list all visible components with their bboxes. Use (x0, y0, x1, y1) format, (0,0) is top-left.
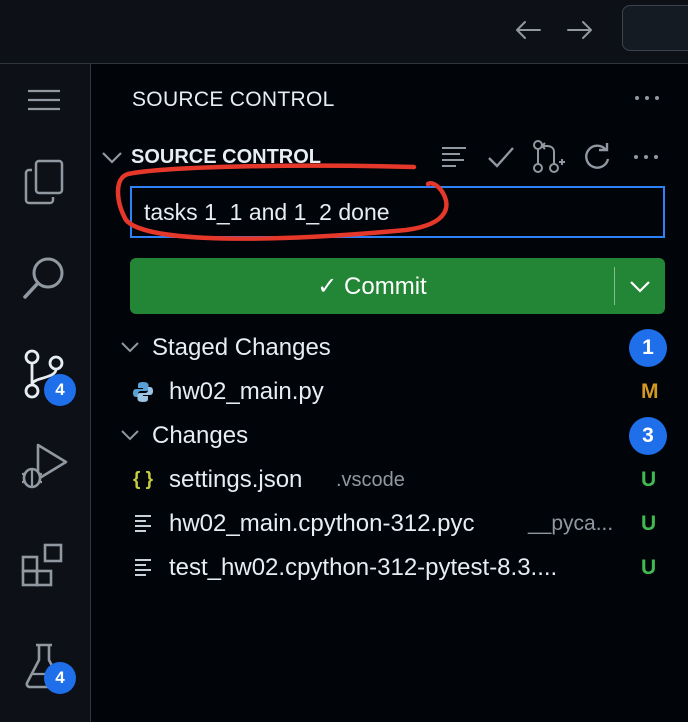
file-directory: .vscode (336, 468, 405, 491)
source-control-sidebar: SOURCE CONTROL SOURCE CONTROL ✓ Commit S… (91, 64, 688, 722)
file-lines-icon (131, 512, 155, 536)
chevron-down-icon (121, 342, 139, 353)
file-item[interactable]: hw02_main.cpython-312.pyc __pyca... U (91, 504, 688, 544)
git-status-untracked: U (641, 512, 657, 535)
commit-message-input[interactable] (130, 186, 665, 238)
group-label: Staged Changes (152, 334, 331, 361)
staged-changes-group[interactable]: Staged Changes 1 (91, 328, 688, 368)
hamburger-icon[interactable] (14, 70, 74, 130)
python-icon (131, 380, 155, 404)
commit-label[interactable]: ✓ Commit (130, 258, 614, 314)
file-name: hw02_main.py (169, 378, 324, 405)
title-bar (0, 0, 688, 64)
file-name: hw02_main.cpython-312.pyc (169, 510, 475, 537)
files-icon[interactable] (14, 152, 74, 212)
file-name: settings.json (169, 466, 303, 493)
refresh-icon[interactable] (580, 140, 614, 174)
chevron-down-icon (102, 152, 122, 164)
group-count-badge: 1 (629, 329, 667, 367)
view-title: SOURCE CONTROL (132, 88, 335, 111)
git-status-modified: M (641, 380, 659, 403)
section-title: SOURCE CONTROL (131, 145, 321, 168)
commit-button[interactable]: ✓ Commit (130, 258, 665, 314)
json-icon: { } (132, 469, 154, 490)
source-control-badge: 4 (44, 374, 76, 406)
file-item[interactable]: hw02_main.py M (91, 372, 688, 412)
pull-request-icon[interactable] (531, 140, 565, 174)
file-name: test_hw02.cpython-312-pytest-8.3.... (169, 554, 558, 581)
arrow-right-icon[interactable] (564, 14, 596, 46)
file-lines-icon (131, 556, 155, 580)
activity-bar: 4 4 (0, 64, 91, 722)
testing-badge: 4 (44, 662, 76, 694)
extensions-icon[interactable] (14, 536, 74, 596)
git-status-untracked: U (641, 556, 657, 579)
file-directory: __pyca... (528, 512, 614, 535)
more-actions-icon[interactable] (629, 140, 663, 174)
group-label: Changes (152, 422, 249, 449)
check-icon[interactable] (484, 140, 518, 174)
chevron-down-icon (121, 430, 139, 441)
chevron-down-icon (630, 281, 650, 293)
view-as-list-icon[interactable] (437, 140, 471, 174)
file-item[interactable]: { } settings.json .vscode U (91, 460, 688, 500)
arrow-left-icon[interactable] (512, 14, 544, 46)
debug-icon[interactable] (14, 436, 74, 496)
search-icon[interactable] (14, 248, 74, 308)
more-icon[interactable] (631, 82, 663, 114)
command-center[interactable] (622, 5, 688, 51)
commit-dropdown-button[interactable] (615, 258, 665, 314)
file-item[interactable]: test_hw02.cpython-312-pytest-8.3.... U (91, 548, 688, 588)
group-count-badge: 3 (629, 417, 667, 455)
section-header[interactable]: SOURCE CONTROL (101, 142, 321, 172)
changes-group[interactable]: Changes 3 (91, 416, 688, 456)
git-status-untracked: U (641, 468, 657, 491)
